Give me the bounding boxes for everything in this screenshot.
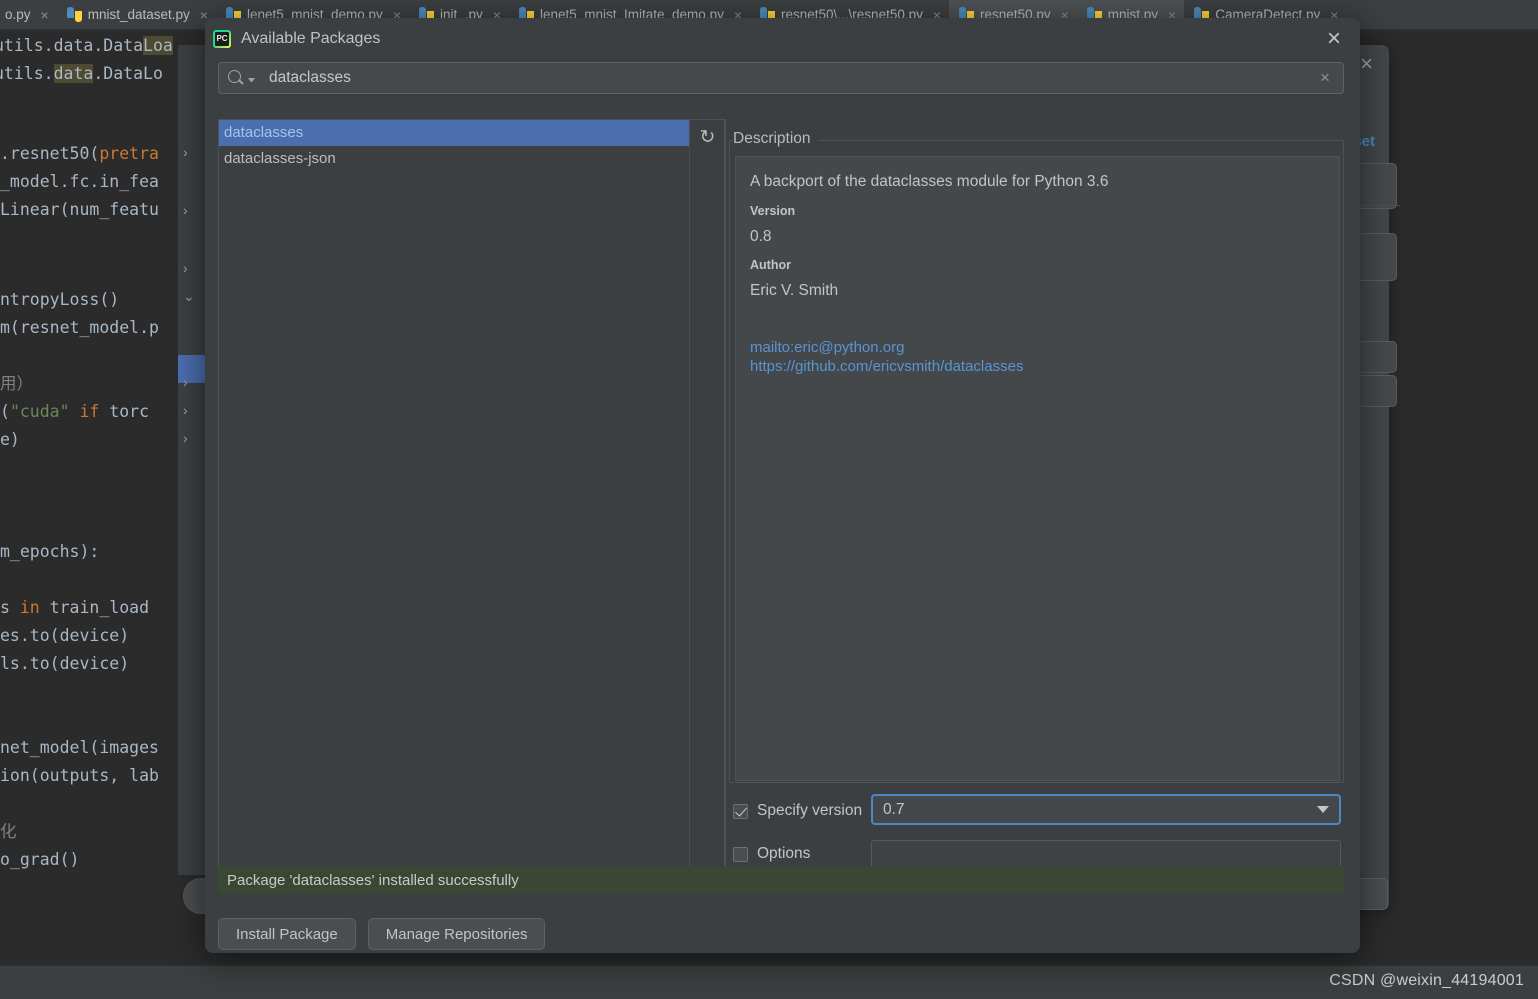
status-message: Package 'dataclasses' installed successf… <box>227 871 519 889</box>
version-select-value: 0.7 <box>883 800 905 818</box>
options-label: Options <box>757 845 811 862</box>
package-list[interactable]: dataclasses dataclasses-json ↻ <box>218 119 726 871</box>
chevron-down-icon[interactable] <box>1317 806 1329 813</box>
close-icon[interactable]: × <box>41 7 49 23</box>
list-item[interactable]: dataclasses <box>219 120 725 146</box>
code-text: 化 o_grad() <box>0 822 80 869</box>
editor-tab-label: mnist_dataset.py <box>87 7 190 22</box>
options-checkbox[interactable] <box>733 846 748 862</box>
specify-version-checkbox[interactable] <box>733 803 748 819</box>
description-body: A backport of the dataclasses module for… <box>735 156 1340 781</box>
description-title: Description <box>733 130 818 148</box>
available-packages-dialog: Available Packages × × dataclasses datac… <box>205 18 1360 953</box>
description-summary: A backport of the dataclasses module for… <box>750 173 1109 190</box>
chevron-right-icon[interactable]: › <box>183 431 197 445</box>
code-text: net_model(images ion(outputs, lab <box>0 738 159 785</box>
search-icon <box>227 69 245 87</box>
clear-search-icon[interactable]: × <box>1315 68 1335 88</box>
code-text: m_epochs): <box>0 542 100 561</box>
author-label: Author <box>750 258 791 272</box>
search-field[interactable]: × <box>218 62 1344 94</box>
code-text: 用） ("cuda" if torc e) <box>0 374 150 449</box>
chevron-down-icon[interactable]: ⌄ <box>183 289 197 303</box>
editor-tab-label: o.py <box>5 7 31 22</box>
version-select[interactable]: 0.7 <box>871 794 1341 825</box>
dialog-title: Available Packages <box>241 30 381 47</box>
refresh-icon[interactable]: ↻ <box>698 128 717 147</box>
options-row[interactable]: Options <box>733 841 810 867</box>
specify-version-row[interactable]: Specify version <box>733 798 862 824</box>
editor-tab[interactable]: o.py × <box>0 0 57 30</box>
package-name: dataclasses-json <box>224 150 336 167</box>
manage-repositories-button[interactable]: Manage Repositories <box>367 918 546 950</box>
mailto-link[interactable]: mailto:eric@python.org <box>750 338 1325 357</box>
screen-root: utils.data.DataLoa utils.data.DataLo .re… <box>0 0 1538 999</box>
status-banner: Package 'dataclasses' installed successf… <box>218 866 1344 894</box>
options-input[interactable] <box>871 840 1341 869</box>
code-text: utils.data.DataLoa utils.data.DataLo <box>0 36 173 83</box>
chevron-right-icon[interactable]: › <box>183 261 197 275</box>
close-icon[interactable]: × <box>1322 27 1346 52</box>
description-links: mailto:eric@python.org https://github.co… <box>750 338 1325 376</box>
code-text: ntropyLoss() m(resnet_model.p <box>0 290 159 337</box>
install-package-button[interactable]: Install Package <box>218 918 356 950</box>
chevron-right-icon[interactable]: › <box>183 203 197 217</box>
chevron-right-icon[interactable]: › <box>183 403 197 417</box>
list-item[interactable]: dataclasses-json <box>219 146 725 172</box>
close-icon[interactable]: × <box>1360 53 1373 75</box>
dialog-button-row: Install Package Manage Repositories <box>218 918 546 950</box>
python-file-icon <box>66 7 82 22</box>
chevron-right-icon[interactable]: › <box>183 375 197 389</box>
version-value: 0.8 <box>750 228 772 245</box>
pycharm-logo-icon <box>213 30 231 48</box>
code-text: s in train_load es.to(device) ls.to(devi… <box>0 598 150 673</box>
code-text: .resnet50(pretra _model.fc.in_fea Linear… <box>0 144 159 219</box>
specify-version-label: Specify version <box>757 802 863 819</box>
version-label: Version <box>750 204 796 218</box>
editor-tab[interactable]: mnist_dataset.py × <box>57 0 216 30</box>
bg-field-1[interactable] <box>1357 163 1397 209</box>
refresh-column: ↻ <box>689 120 725 870</box>
watermark-text: CSDN @weixin_44194001 <box>1329 972 1524 989</box>
project-tree-strip[interactable]: › › › ⌄ › › › <box>178 45 208 875</box>
author-value: Eric V. Smith <box>750 282 839 299</box>
homepage-link[interactable]: https://github.com/ericvsmith/dataclasse… <box>750 357 1325 376</box>
package-name: dataclasses <box>224 124 304 141</box>
ide-status-bar <box>0 965 1538 999</box>
chevron-down-icon[interactable] <box>248 78 255 82</box>
dialog-title-bar: Available Packages <box>205 18 1360 60</box>
chevron-right-icon[interactable]: › <box>183 145 197 159</box>
search-input[interactable] <box>255 69 1315 87</box>
panel-divider <box>724 119 725 871</box>
